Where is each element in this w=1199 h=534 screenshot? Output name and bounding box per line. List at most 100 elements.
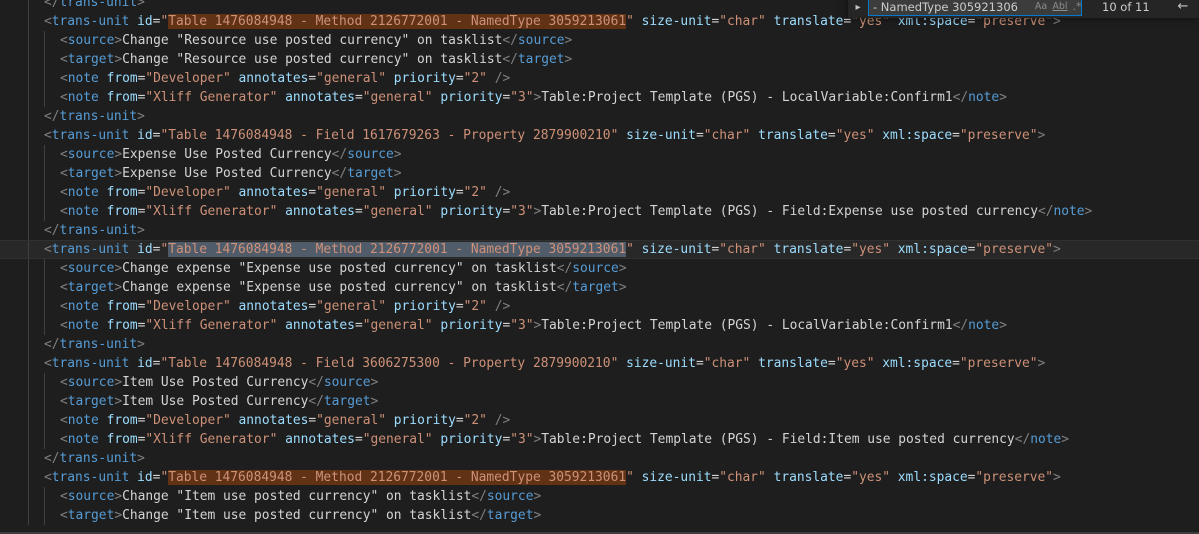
string-token: "3" xyxy=(510,204,534,219)
regex-toggle[interactable]: .* xyxy=(1070,0,1084,14)
code-line[interactable]: <source>Change "Item use posted currency… xyxy=(0,487,1199,506)
string-token: "2" xyxy=(463,185,487,200)
code-line[interactable]: </trans-unit> xyxy=(0,107,1199,126)
bracket-token: </ xyxy=(502,52,518,67)
code-line[interactable]: <target>Change "Resource use posted curr… xyxy=(0,50,1199,69)
attribute-token: annotates xyxy=(238,413,309,428)
attribute-token: size-unit xyxy=(641,470,712,485)
code-line[interactable]: <note from="Developer" annotates="genera… xyxy=(0,183,1199,202)
chevron-right-icon[interactable]: ▸ xyxy=(852,0,864,16)
bracket-token: > xyxy=(393,147,402,162)
tag-name-token: source xyxy=(67,489,115,504)
code-line[interactable]: </trans-unit> xyxy=(0,449,1199,468)
tag-name-token: source xyxy=(517,33,565,48)
bracket-token: < xyxy=(60,489,68,504)
text-token: Change "Item use posted currency" on tas… xyxy=(122,489,472,504)
indent-guide xyxy=(44,145,45,164)
code-line[interactable]: </trans-unit> xyxy=(0,335,1199,354)
code-line[interactable]: <note from="Xliff Generator" annotates="… xyxy=(0,88,1199,107)
tag-name-token: note xyxy=(1053,204,1085,219)
text-token: = xyxy=(455,71,464,86)
bracket-token: < xyxy=(60,375,68,390)
indent-guide xyxy=(44,183,45,202)
line-code: <source>Change "Item use posted currency… xyxy=(60,487,541,506)
bracket-token: < xyxy=(60,204,68,219)
indent-guide xyxy=(28,335,29,354)
attribute-token: annotates xyxy=(285,90,355,105)
string-token: "Developer" xyxy=(145,185,231,200)
tag-name-token: target xyxy=(67,280,115,295)
indent-guide xyxy=(28,487,29,506)
string-token: "Developer" xyxy=(145,299,231,314)
tag-name-token: target xyxy=(517,52,565,67)
code-line[interactable]: <target>Item Use Posted Currency</target… xyxy=(0,392,1199,411)
match-case-toggle[interactable]: Aa xyxy=(1032,0,1050,14)
text-token: Item Use Posted Currency xyxy=(122,394,309,409)
bracket-token: < xyxy=(60,413,68,428)
attribute-token: translate xyxy=(773,242,844,257)
tag-name-token: source xyxy=(486,489,534,504)
attribute-token: size-unit xyxy=(641,242,712,257)
bracket-token: </ xyxy=(471,489,487,504)
tag-name-token: target xyxy=(67,508,115,523)
code-line-current[interactable]: <trans-unit id="Table 1476084948 - Metho… xyxy=(0,240,1199,259)
code-line[interactable]: <source>Expense Use Posted Currency</sou… xyxy=(0,145,1199,164)
code-line[interactable]: <note from="Developer" annotates="genera… xyxy=(0,411,1199,430)
tag-name-token: trans-unit xyxy=(51,242,130,257)
code-editor[interactable]: </trans-unit> <trans-unit id="Table 14760… xyxy=(0,0,1199,534)
code-line[interactable]: <trans-unit id="Table 1476084948 - Metho… xyxy=(0,468,1199,487)
bracket-token: > xyxy=(1061,432,1070,447)
text-token: Change expense "Expense use posted curre… xyxy=(122,280,557,295)
code-line[interactable]: <note from="Xliff Generator" annotates="… xyxy=(0,430,1199,449)
indent-guide xyxy=(28,126,29,145)
code-line[interactable]: <target>Change expense "Expense use post… xyxy=(0,278,1199,297)
code-line[interactable]: <trans-unit id = "Table 1476084948 - Field… xyxy=(0,354,1199,373)
indent-guide xyxy=(28,259,29,278)
line-code: <note from="Developer" annotates="genera… xyxy=(60,297,510,316)
arrow-left-icon[interactable]: ← xyxy=(1174,0,1192,16)
code-line[interactable]: <target>Expense Use Posted Currency</tar… xyxy=(0,164,1199,183)
code-line[interactable]: <source>Change expense "Expense use post… xyxy=(0,259,1199,278)
find-match: Table 1476084948 - Method 2126772001 - N… xyxy=(168,14,627,29)
attribute-token: annotates xyxy=(238,299,309,314)
code-line[interactable]: </trans-unit> xyxy=(0,221,1199,240)
find-widget: ▸ Aa Abl .* 10 of 11 ← xyxy=(848,0,1199,18)
attribute-token: priority xyxy=(440,318,503,333)
bracket-token: < xyxy=(60,508,68,523)
attribute-token: translate xyxy=(773,470,844,485)
bracket-token: < xyxy=(60,280,68,295)
code-line[interactable]: <source>Change "Resource use posted curr… xyxy=(0,31,1199,50)
line-code: </trans-unit> xyxy=(44,0,145,12)
bracket-token: /> xyxy=(494,71,511,86)
bracket-token: < xyxy=(44,356,52,371)
bracket-token: < xyxy=(44,242,52,257)
code-line[interactable]: <note from="Xliff Generator" annotates="… xyxy=(0,316,1199,335)
attribute-token: id xyxy=(137,356,153,371)
whole-word-toggle[interactable]: Abl xyxy=(1051,0,1069,14)
code-line[interactable]: <target>Change "Item use posted currency… xyxy=(0,506,1199,525)
line-code: </trans-unit> xyxy=(44,335,145,354)
line-code: <target>Change "Resource use posted curr… xyxy=(60,50,572,69)
text-token: = xyxy=(952,128,960,143)
find-input[interactable] xyxy=(869,0,1019,15)
string-token: "general" xyxy=(316,299,387,314)
text-token: Expense Use Posted Currency xyxy=(122,147,332,162)
indent-guide xyxy=(28,50,29,69)
bracket-token: < xyxy=(60,185,68,200)
indent-guide xyxy=(28,0,29,12)
code-line[interactable]: <note from="Developer" annotates="genera… xyxy=(0,297,1199,316)
code-line[interactable]: <note from="Developer" annotates="genera… xyxy=(0,69,1199,88)
text-token: = xyxy=(308,299,317,314)
code-line[interactable]: <source>Item Use Posted Currency</source… xyxy=(0,373,1199,392)
line-code: <note from="Developer" annotates="genera… xyxy=(60,69,510,88)
code-line[interactable]: <note from="Xliff Generator" annotates="… xyxy=(0,202,1199,221)
tag-name-token: trans-unit xyxy=(51,470,130,485)
bracket-token: </ xyxy=(308,375,324,390)
bracket-token: < xyxy=(60,299,68,314)
tag-name-token: target xyxy=(323,394,371,409)
code-line[interactable]: <trans-unit id = "Table 1476084948 - Field… xyxy=(0,126,1199,145)
